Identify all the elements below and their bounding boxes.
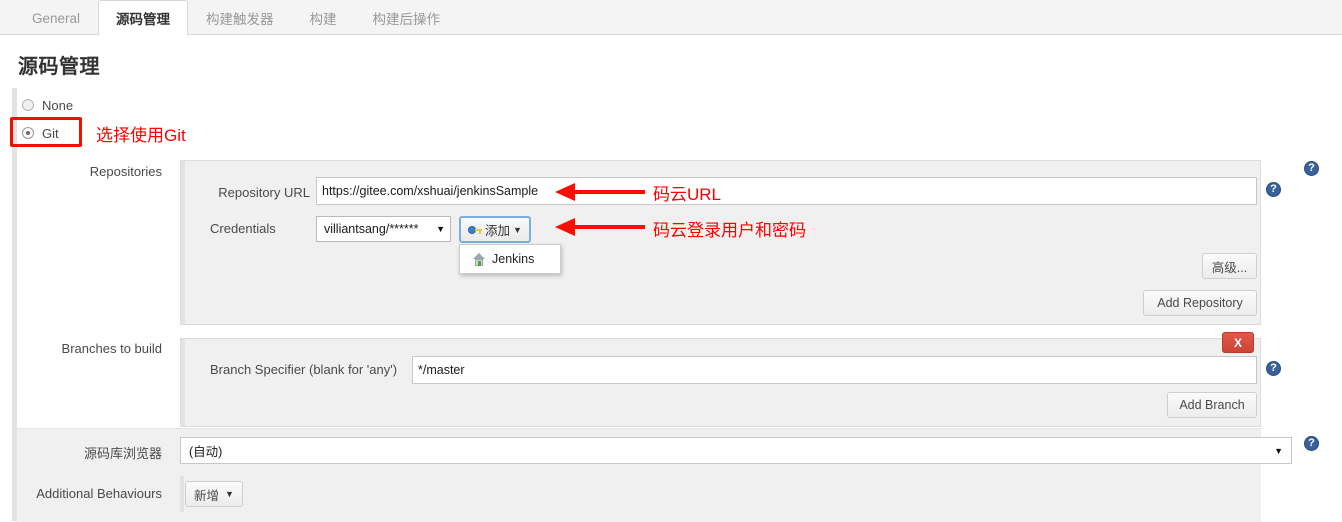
repository-browser-select[interactable]: (自动) ▼ (180, 437, 1292, 464)
annotation-arrow-repo-url (555, 183, 645, 201)
tab-build-triggers[interactable]: 构建触发器 (188, 0, 292, 35)
scm-option-git[interactable]: Git (22, 123, 59, 143)
repository-browser-value: (自动) (189, 445, 223, 459)
section-rail (12, 88, 17, 521)
delete-branch-button[interactable]: X (1222, 332, 1254, 353)
annotation-arrow-credentials (555, 218, 645, 236)
help-icon-repositories[interactable]: ? (1304, 161, 1319, 176)
branch-specifier-input[interactable]: */master (412, 356, 1257, 384)
annotation-credentials: 码云登录用户和密码 (653, 221, 806, 240)
behaviours-rail (180, 476, 184, 512)
radio-none[interactable] (22, 99, 34, 111)
scm-option-none-label: None (42, 97, 74, 113)
credential-menu-item-jenkins[interactable]: Jenkins (492, 252, 534, 266)
add-repository-button[interactable]: Add Repository (1143, 290, 1257, 316)
tab-list: General 源码管理 构建触发器 构建 构建后操作 (14, 0, 459, 36)
advanced-button[interactable]: 高级... (1202, 253, 1257, 279)
credentials-select-value: villiantsang/****** (324, 222, 419, 236)
add-behaviour-button[interactable]: 新增 ▼ (185, 481, 243, 507)
tab-bar: General 源码管理 构建触发器 构建 构建后操作 (0, 0, 1342, 36)
scm-option-none[interactable]: None (22, 95, 73, 115)
credentials-select[interactable]: villiantsang/****** ▼ (316, 216, 451, 242)
add-branch-button[interactable]: Add Branch (1167, 392, 1257, 418)
credentials-label: Credentials (210, 221, 276, 236)
chevron-down-icon: ▼ (436, 224, 445, 234)
key-icon (468, 225, 483, 235)
tab-build[interactable]: 构建 (292, 0, 355, 35)
chevron-down-icon: ▼ (1274, 445, 1283, 456)
repositories-label: Repositories (89, 164, 162, 179)
branch-specifier-label: Branch Specifier (blank for 'any') (210, 362, 398, 377)
add-credential-label: 添加 (485, 224, 511, 238)
page-title: 源码管理 (18, 56, 100, 78)
chevron-down-icon: ▼ (513, 224, 522, 235)
annotation-repo-url: 码云URL (653, 185, 722, 204)
help-icon-branch-specifier[interactable]: ? (1266, 361, 1281, 376)
add-behaviour-label: 新增 (194, 488, 220, 503)
help-icon-repository-url[interactable]: ? (1266, 182, 1281, 197)
annotation-git: 选择使用Git (96, 126, 186, 145)
scm-option-git-label: Git (42, 125, 59, 141)
repository-browser-label: 源码库浏览器 (83, 446, 162, 461)
tab-source-code-management[interactable]: 源码管理 (98, 0, 189, 36)
radio-git[interactable] (22, 127, 34, 139)
add-credential-button[interactable]: 添加 ▼ (459, 216, 531, 243)
credential-provider-menu[interactable]: Jenkins (459, 244, 561, 274)
repository-url-label: Repository URL (218, 185, 310, 200)
additional-behaviours-label: Additional Behaviours (36, 486, 162, 501)
tab-general[interactable]: General (14, 0, 98, 35)
jenkins-house-icon (472, 252, 486, 266)
repository-url-input[interactable]: https://gitee.com/xshuai/jenkinsSample (316, 177, 1257, 205)
chevron-down-icon: ▼ (225, 489, 234, 499)
tab-post-build-actions[interactable]: 构建后操作 (355, 0, 459, 35)
branches-label: Branches to build (61, 341, 162, 356)
help-icon-repository-browser[interactable]: ? (1304, 436, 1319, 451)
